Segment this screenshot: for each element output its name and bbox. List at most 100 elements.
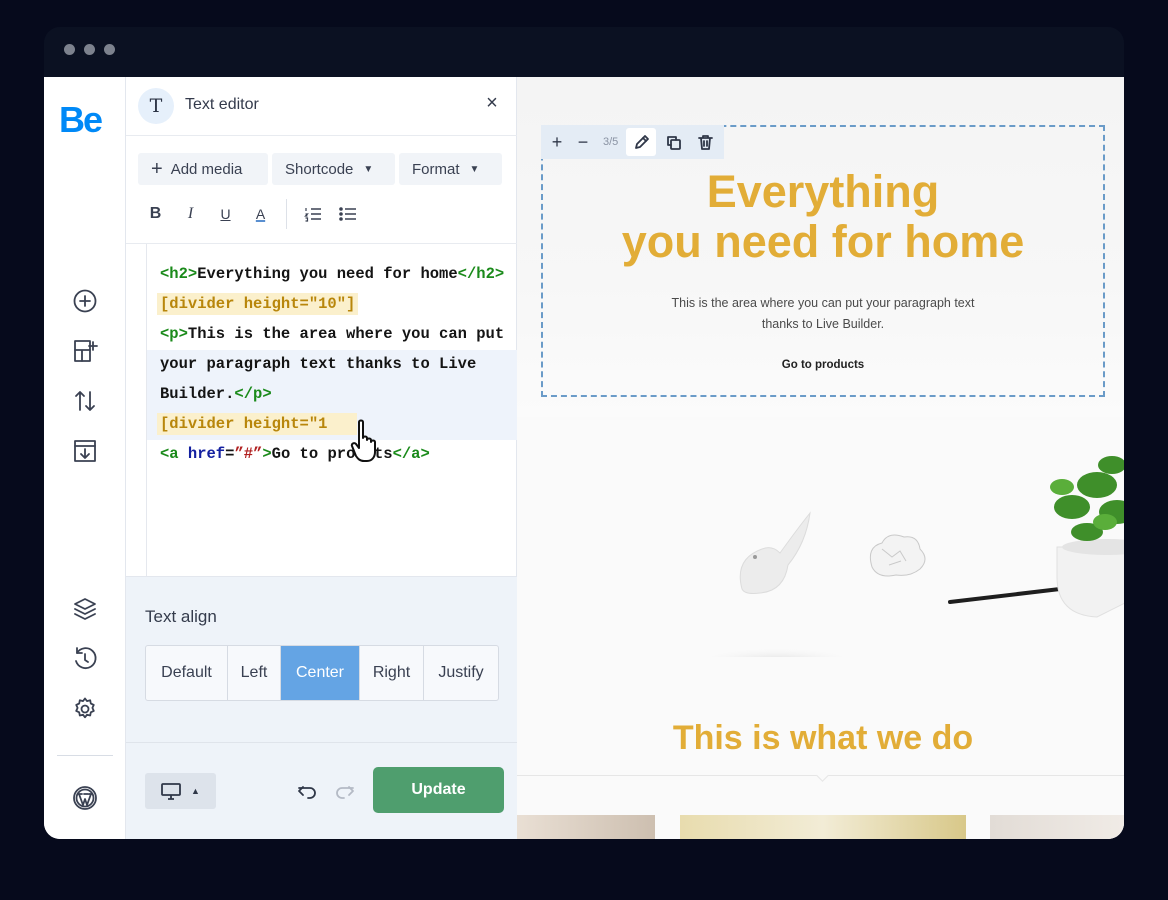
service-card-image[interactable] (680, 815, 966, 839)
window-dot[interactable] (104, 44, 115, 55)
panel-header: T Text editor × (126, 77, 517, 136)
duplicate-button[interactable] (658, 128, 688, 156)
code-editor[interactable]: <h2>Everything you need for home</h2> [d… (126, 243, 517, 577)
layers-icon (74, 598, 96, 620)
import-icon (74, 440, 96, 462)
code-tag: </p> (234, 385, 272, 403)
text-color-button[interactable]: A (243, 197, 278, 231)
caret-up-icon: ▲ (191, 786, 200, 796)
italic-button[interactable]: I (173, 197, 208, 231)
code-tag: <p> (160, 325, 188, 343)
sort-arrows-icon (75, 391, 95, 411)
code-tag: </a> (392, 445, 430, 463)
format-label: Format (412, 160, 460, 178)
be-logo[interactable]: Be (59, 99, 103, 141)
copy-icon (666, 135, 681, 150)
code-tag: </h2> (457, 265, 505, 283)
element-toolbar: + − 3/5 (541, 125, 725, 159)
caret-down-icon: ▼ (363, 163, 374, 175)
trash-icon (697, 134, 713, 150)
code-text: This is the area where you can put your … (160, 325, 505, 403)
code-content: <h2>Everything you need for home</h2> [d… (157, 259, 505, 469)
toolbar-divider (286, 199, 287, 229)
editor-toolbar: + Add media Shortcode ▼ Format ▼ (138, 153, 502, 185)
align-justify-button[interactable]: Justify (424, 646, 498, 700)
code-line: <a href=”#”>Go to proucts</a> (160, 439, 505, 469)
gear-icon (75, 697, 95, 719)
desktop-icon (161, 782, 181, 800)
app-content: Be T Text editor × + Add media Shortcode… (44, 77, 1124, 839)
device-switcher[interactable]: ▲ (145, 773, 216, 809)
window-dot[interactable] (64, 44, 75, 55)
code-attr: href (187, 445, 226, 463)
settings-button[interactable] (67, 691, 103, 727)
import-button[interactable] (67, 433, 103, 469)
element-size-counter: 3/5 (603, 136, 619, 148)
history-button[interactable] (67, 641, 103, 677)
align-right-button[interactable]: Right (360, 646, 424, 700)
add-element-button[interactable] (67, 283, 103, 319)
plus-icon: + (151, 158, 163, 180)
add-media-button[interactable]: + Add media (138, 153, 268, 185)
selected-element-outline (541, 125, 1105, 397)
code-value: ”#” (234, 445, 263, 463)
remove-element-button[interactable]: − (571, 128, 595, 156)
align-default-button[interactable]: Default (146, 646, 228, 700)
bullet-list-icon (338, 207, 356, 221)
underline-button[interactable]: U (208, 197, 243, 231)
section-heading[interactable]: This is what we do (517, 719, 1124, 758)
window-titlebar (44, 27, 1124, 77)
panel-footer: ▲ Update (126, 742, 517, 839)
pencil-icon (634, 134, 649, 149)
text-align-section: Text align Default Left Center Right Jus… (126, 576, 517, 742)
left-rail: Be (44, 77, 126, 839)
redo-icon[interactable] (335, 781, 355, 801)
code-line: <p>This is the area where you can put yo… (160, 319, 505, 409)
code-line: [divider height="10"] (157, 289, 505, 319)
undo-icon[interactable] (297, 781, 317, 801)
format-toolbar: B I U A (138, 197, 365, 231)
format-dropdown[interactable]: Format ▼ (399, 153, 502, 185)
code-shortcode: [divider height="1 (157, 413, 358, 435)
ordered-list-button[interactable] (295, 197, 330, 231)
close-icon[interactable]: × (482, 93, 502, 113)
panel-title: Text editor (185, 96, 259, 113)
hand-cursor-icon (350, 419, 376, 462)
code-tag: > (262, 445, 272, 463)
text-editor-panel: T Text editor × + Add media Shortcode ▼ … (126, 77, 517, 839)
live-preview-canvas: Everything you need for home This is the… (517, 77, 1124, 839)
bullet-list-button[interactable] (330, 197, 365, 231)
section-divider-notch (816, 769, 829, 782)
align-center-button[interactable]: Center (281, 646, 360, 700)
service-card-image[interactable] (990, 815, 1124, 839)
wordpress-icon (73, 786, 97, 810)
edit-button[interactable] (626, 128, 657, 156)
text-icon: T (138, 88, 174, 124)
code-tag: <h2> (160, 265, 198, 283)
bold-button[interactable]: B (138, 197, 173, 231)
rail-divider (57, 755, 113, 756)
caret-down-icon: ▼ (469, 163, 480, 175)
sort-button[interactable] (67, 383, 103, 419)
text-align-group: Default Left Center Right Justify (145, 645, 499, 701)
code-line: [divider height="1 (157, 409, 505, 439)
wordpress-button[interactable] (67, 780, 103, 816)
plus-circle-icon (73, 289, 97, 313)
window-dot[interactable] (84, 44, 95, 55)
sections-button[interactable] (67, 333, 103, 369)
history-icon (75, 647, 97, 670)
add-element-button[interactable]: + (545, 128, 569, 156)
layers-button[interactable] (67, 591, 103, 627)
service-card-image[interactable] (517, 815, 655, 839)
ordered-list-icon (303, 208, 321, 222)
update-button[interactable]: Update (373, 767, 504, 813)
layout-plus-icon (74, 340, 98, 362)
text-align-label: Text align (145, 607, 217, 626)
code-tag: <a (160, 445, 188, 463)
shortcode-dropdown[interactable]: Shortcode ▼ (272, 153, 395, 185)
add-media-label: Add media (170, 160, 243, 178)
code-shortcode: [divider height="10"] (157, 293, 359, 315)
delete-button[interactable] (690, 128, 720, 156)
align-left-button[interactable]: Left (228, 646, 281, 700)
browser-window: Be T Text editor × + Add media Shortcode… (44, 27, 1124, 839)
